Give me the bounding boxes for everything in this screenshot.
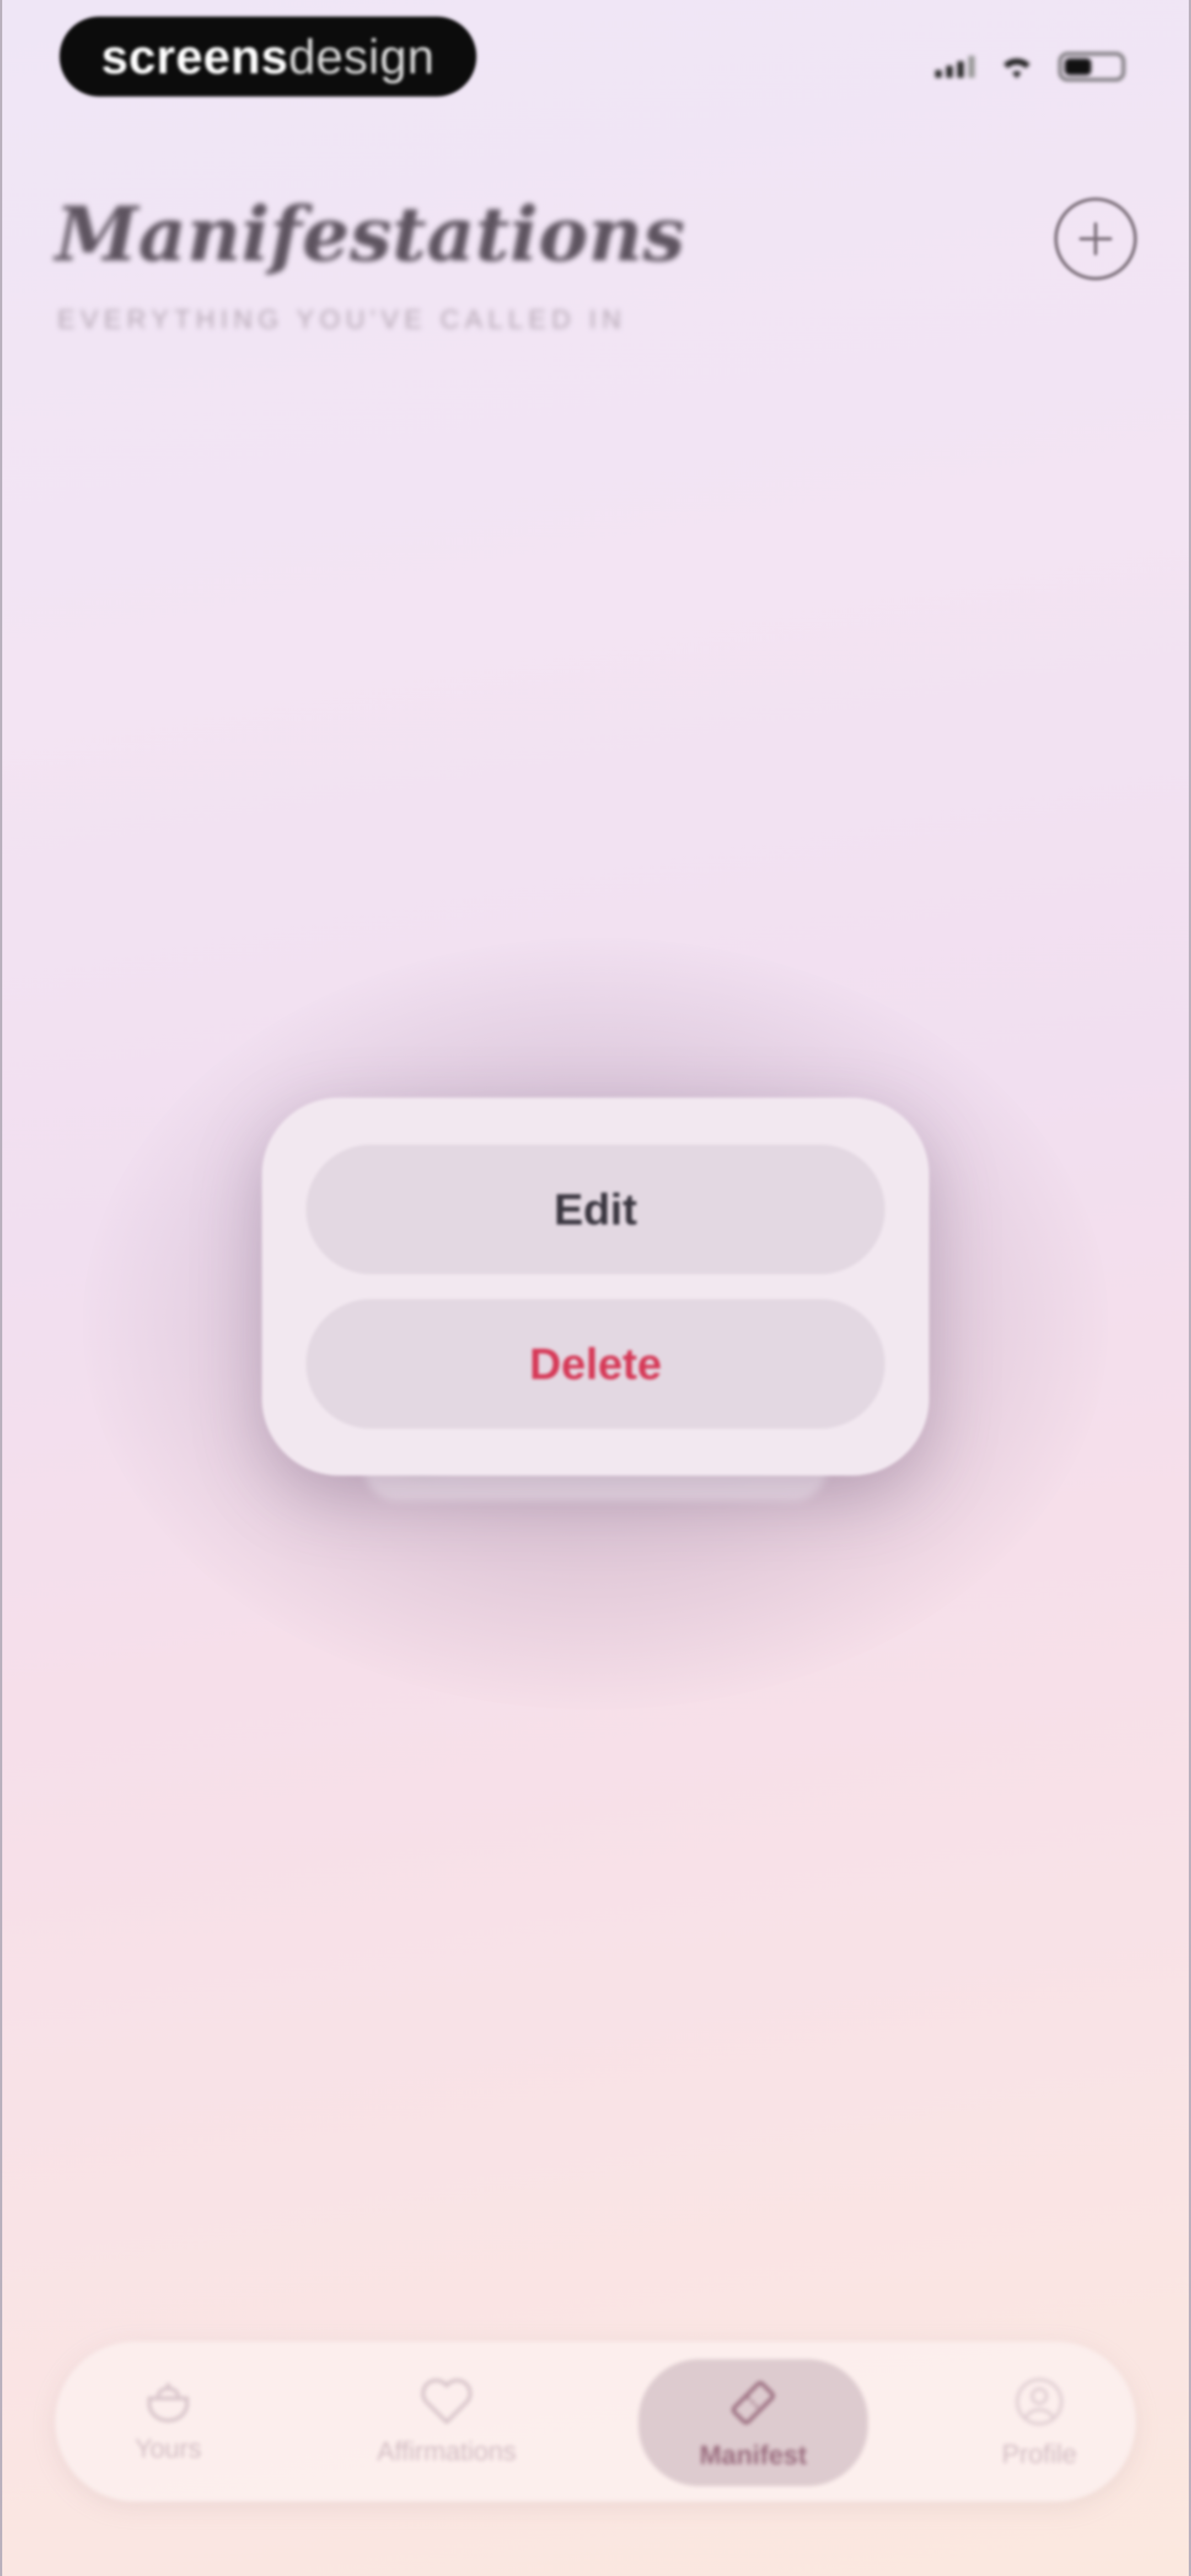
plus-icon xyxy=(1079,222,1112,255)
tab-label-yours: Yours xyxy=(135,2434,202,2463)
page-subtitle: EVERYTHING YOU'VE CALLED IN xyxy=(57,305,627,334)
brand-bold-text: screens xyxy=(101,29,289,84)
tab-yours[interactable]: Yours xyxy=(77,2342,259,2502)
ticket-icon xyxy=(731,2381,775,2424)
context-menu: Edit Delete xyxy=(262,1098,929,1476)
tab-bar: Yours Affirmations Manifest Profile xyxy=(55,2342,1136,2502)
tab-profile[interactable]: Profile xyxy=(959,2342,1119,2502)
tab-label-profile: Profile xyxy=(1001,2439,1077,2469)
person-icon xyxy=(1016,2377,1063,2425)
tab-label-affirmations: Affirmations xyxy=(377,2436,517,2466)
brand-light-text: design xyxy=(288,29,435,84)
tab-manifest[interactable]: Manifest xyxy=(639,2359,868,2486)
tab-label-manifest: Manifest xyxy=(699,2440,807,2470)
tab-affirmations[interactable]: Affirmations xyxy=(342,2342,551,2502)
wifi-icon xyxy=(1004,58,1030,78)
heart-icon xyxy=(421,2378,473,2424)
page-title: Manifestations xyxy=(55,190,685,279)
battery-icon xyxy=(1059,52,1125,81)
status-icons xyxy=(935,52,1125,81)
delete-button[interactable]: Delete xyxy=(306,1299,885,1429)
cellular-signal-icon xyxy=(935,56,975,78)
add-manifestation-button[interactable] xyxy=(1054,197,1137,280)
brand-watermark: screens design xyxy=(60,17,476,97)
pot-icon xyxy=(147,2382,189,2422)
edit-button[interactable]: Edit xyxy=(306,1145,885,1274)
